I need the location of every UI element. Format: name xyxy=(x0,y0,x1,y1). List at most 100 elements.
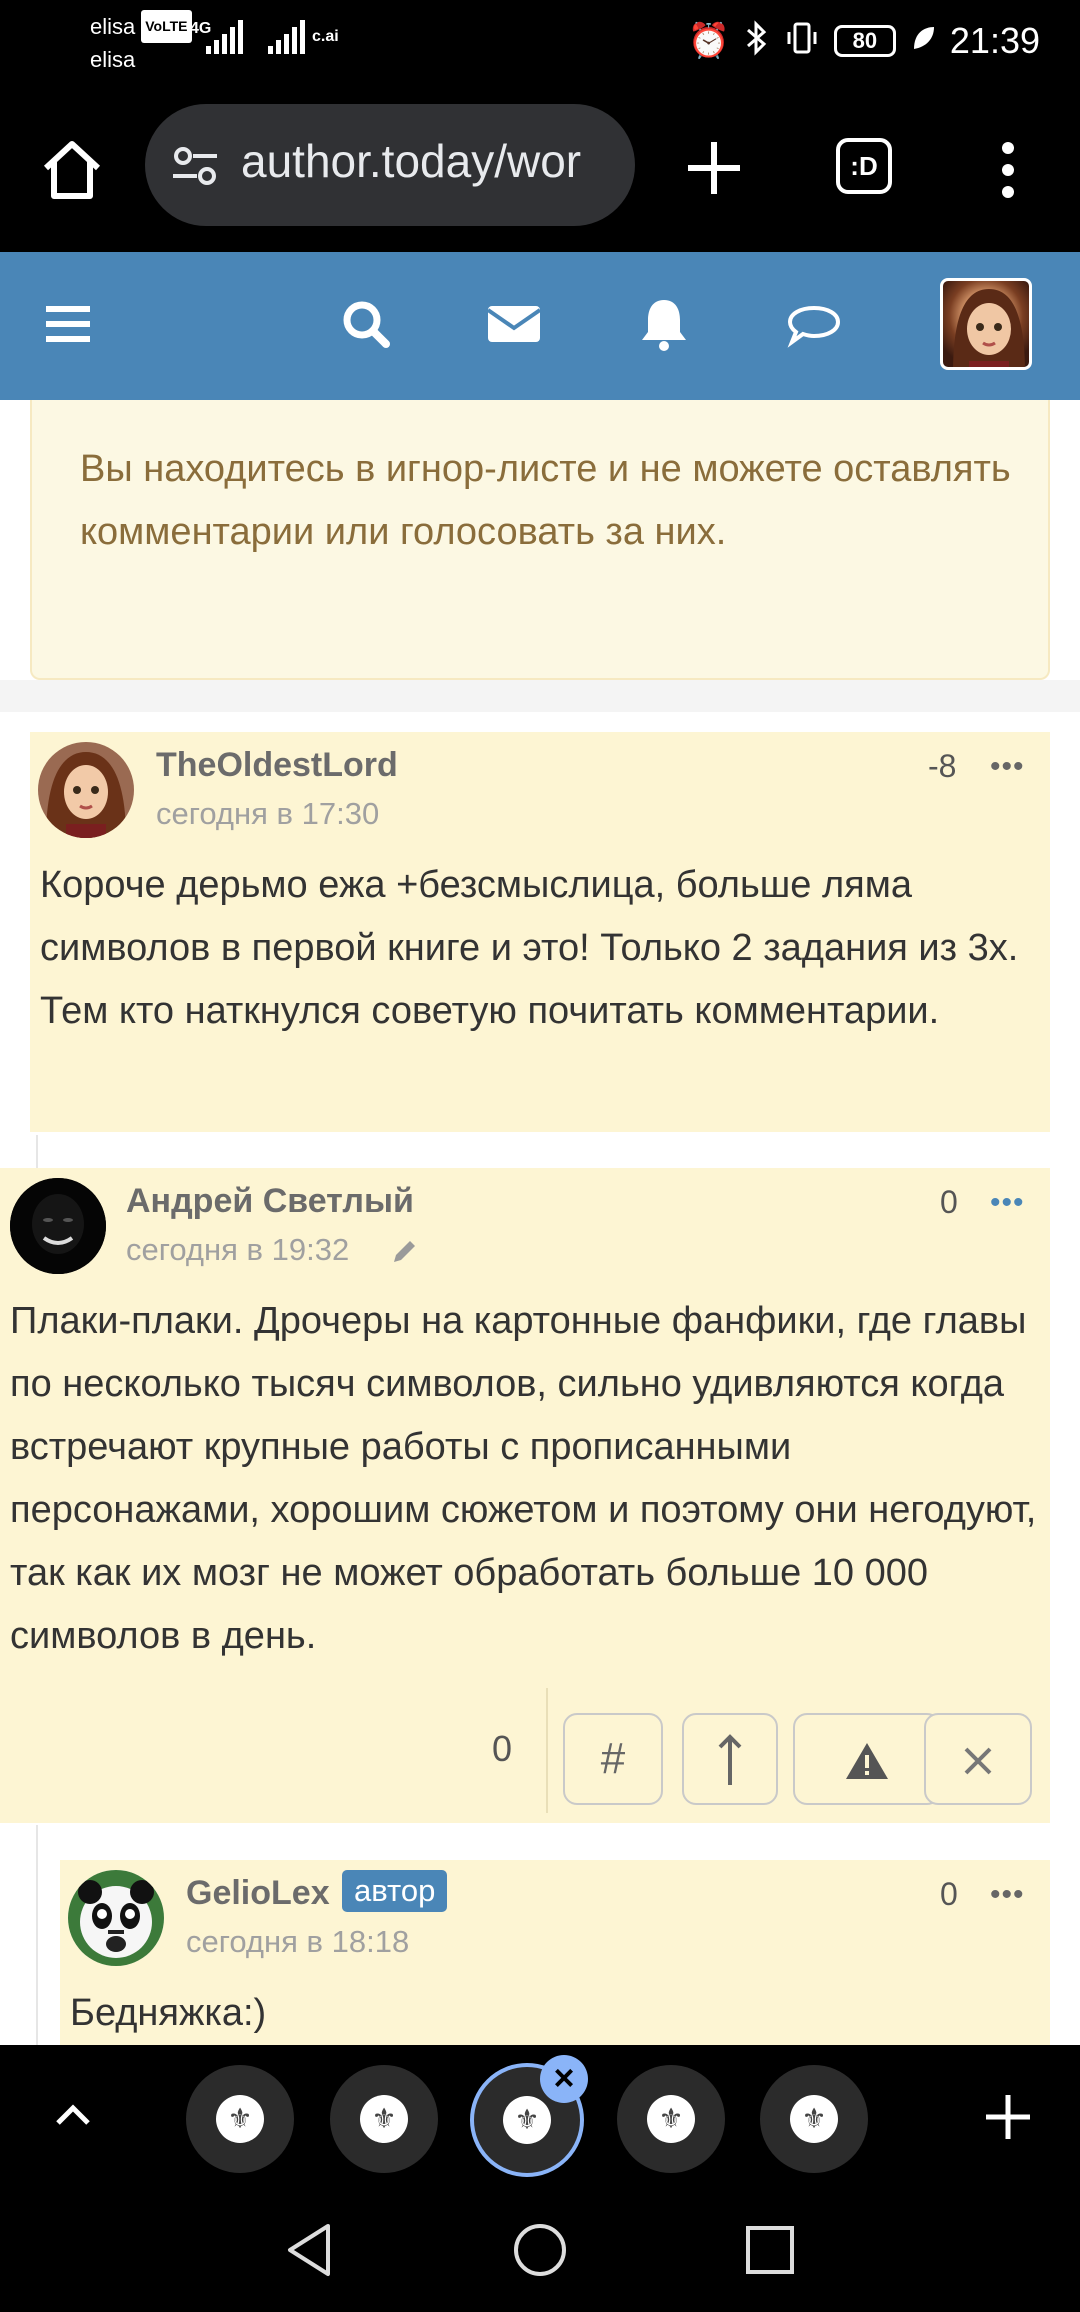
menu-icon xyxy=(46,306,90,342)
report-button[interactable] xyxy=(793,1713,941,1805)
dark-face-avatar-icon xyxy=(10,1178,106,1274)
author-badge: автор xyxy=(342,1870,448,1912)
warning-icon xyxy=(846,1743,888,1779)
close-tab-button[interactable]: × xyxy=(540,2055,588,2103)
chat-bubble-icon xyxy=(787,305,841,348)
thread-line xyxy=(36,1825,38,2045)
recents-square-icon xyxy=(746,2226,794,2274)
notifications-button[interactable] xyxy=(632,292,696,356)
comment-card: GelioLex автор сегодня в 18:18 0 ••• Бед… xyxy=(60,1860,1050,2045)
tab-thumbnail[interactable]: ⚜ xyxy=(330,2065,438,2173)
home-button[interactable] xyxy=(36,134,108,206)
site-favicon-icon: ⚜ xyxy=(790,2095,838,2143)
carrier-2: elisa xyxy=(90,47,136,72)
vote-count: 0 xyxy=(492,1728,513,1769)
search-icon xyxy=(343,301,390,348)
home-icon xyxy=(43,141,101,199)
close-icon xyxy=(964,1747,992,1775)
commenter-avatar[interactable] xyxy=(38,742,134,838)
tab-switcher-button[interactable]: :D xyxy=(836,138,892,194)
edited-pencil-icon xyxy=(388,1236,420,1273)
more-vert-icon xyxy=(1002,142,1014,198)
commenter-avatar[interactable] xyxy=(68,1870,164,1966)
site-favicon-icon: ⚜ xyxy=(216,2095,264,2143)
leaf-icon xyxy=(910,23,936,59)
avatar-portrait-icon xyxy=(38,742,134,838)
alarm-icon: ⏰ xyxy=(687,22,730,60)
comment-text: Короче дерьмо ежа +безсмыслица, больше л… xyxy=(40,864,1019,1032)
site-navbar xyxy=(0,252,1080,400)
back-triangle-icon xyxy=(288,2224,330,2276)
comment-more-button[interactable]: ••• xyxy=(990,752,1025,782)
carrier-1: elisa xyxy=(90,14,136,39)
url-text[interactable]: author.today/wor xyxy=(241,134,611,188)
commenter-name[interactable]: Андрей Светлый xyxy=(126,1182,414,1221)
avatar-portrait-icon xyxy=(953,289,1025,367)
vibrate-icon xyxy=(784,20,820,62)
home-circle-icon xyxy=(514,2224,566,2276)
tab-thumbnail[interactable]: ⚜ xyxy=(186,2065,294,2173)
bell-icon xyxy=(642,300,686,351)
ignore-list-text: Вы находитесь в игнор-листе и не можете … xyxy=(80,448,1011,553)
comments-section: Вы находитесь в игнор-листе и не можете … xyxy=(0,400,1080,2045)
battery-indicator: 80 xyxy=(833,25,896,57)
comment-score: 0 xyxy=(940,1876,958,1912)
panda-avatar-icon xyxy=(68,1870,164,1966)
clock: 21:39 xyxy=(949,20,1040,61)
carrier-info: elisa VoLTE elisa xyxy=(90,10,192,76)
add-tab-button[interactable] xyxy=(982,2091,1034,2143)
recents-button[interactable] xyxy=(742,2222,798,2283)
site-settings-icon[interactable] xyxy=(167,138,223,194)
status-bar: elisa VoLTE elisa 4G c.ai ⏰ 80 21:39 xyxy=(0,0,1080,82)
comment-card: TheOldestLord сегодня в 17:30 -8 ••• Кор… xyxy=(30,732,1050,1132)
comment-more-button[interactable]: ••• xyxy=(990,1188,1025,1218)
messages-button[interactable] xyxy=(482,292,546,356)
comment-date[interactable]: сегодня в 17:30 xyxy=(156,796,379,832)
hamburger-menu-button[interactable] xyxy=(38,292,102,356)
search-button[interactable] xyxy=(334,292,398,356)
commenter-name[interactable]: TheOldestLord xyxy=(156,746,398,785)
plus-icon xyxy=(688,142,740,194)
back-button[interactable] xyxy=(282,2220,338,2285)
envelope-icon xyxy=(486,306,542,342)
site-favicon-icon: ⚜ xyxy=(647,2095,695,2143)
hide-comment-button[interactable] xyxy=(924,1713,1032,1805)
tab-thumbnail[interactable]: ⚜ xyxy=(617,2065,725,2173)
chat-button[interactable] xyxy=(782,292,846,356)
comment-link-button[interactable]: # xyxy=(563,1713,663,1805)
ignore-list-notice: Вы находитесь в игнор-листе и не можете … xyxy=(30,400,1050,680)
thread-line xyxy=(36,1135,38,1170)
home-nav-button[interactable] xyxy=(510,2220,570,2285)
comment-text: Плаки-плаки. Дрочеры на картонные фанфик… xyxy=(10,1300,1037,1657)
volte-badge: VoLTE xyxy=(141,10,192,43)
comment-date[interactable]: сегодня в 19:32 xyxy=(126,1232,349,1268)
tab-thumbnail[interactable]: ⚜ xyxy=(760,2065,868,2173)
hash-icon: # xyxy=(600,1734,626,1783)
comment-text: Бедняжка:) xyxy=(70,1992,267,2034)
browser-menu-button[interactable] xyxy=(990,134,1026,206)
signal-icon-1 xyxy=(206,20,243,54)
comment-more-button[interactable]: ••• xyxy=(990,1880,1025,1910)
commenter-name[interactable]: GelioLex xyxy=(186,1874,330,1913)
scroll-to-parent-button[interactable] xyxy=(682,1713,778,1805)
tab-strip: ⚜ ⚜ ⚜ × ⚜ ⚜ xyxy=(0,2045,1080,2190)
plus-icon xyxy=(986,2095,1030,2139)
bluetooth-icon xyxy=(744,20,770,62)
browser-toolbar: author.today/wor :D xyxy=(0,82,1080,252)
signal-icon-2 xyxy=(268,20,305,54)
commenter-avatar[interactable] xyxy=(10,1178,106,1274)
network-label-2: c.ai xyxy=(312,28,339,45)
comment-score: 0 xyxy=(940,1184,958,1220)
site-favicon-icon: ⚜ xyxy=(360,2095,408,2143)
chevron-up-icon xyxy=(56,2104,90,2125)
site-favicon-icon: ⚜ xyxy=(503,2096,551,2144)
new-tab-button[interactable] xyxy=(680,134,748,202)
system-navigation-bar xyxy=(0,2190,1080,2312)
arrow-up-icon xyxy=(718,1734,742,1785)
comment-date[interactable]: сегодня в 18:18 xyxy=(186,1924,409,1960)
address-bar[interactable]: author.today/wor xyxy=(145,104,635,226)
comment-score: -8 xyxy=(928,748,957,784)
collapse-tabs-button[interactable] xyxy=(50,2093,96,2139)
user-avatar[interactable] xyxy=(940,278,1032,370)
status-icons: ⏰ 80 21:39 xyxy=(688,14,1040,68)
